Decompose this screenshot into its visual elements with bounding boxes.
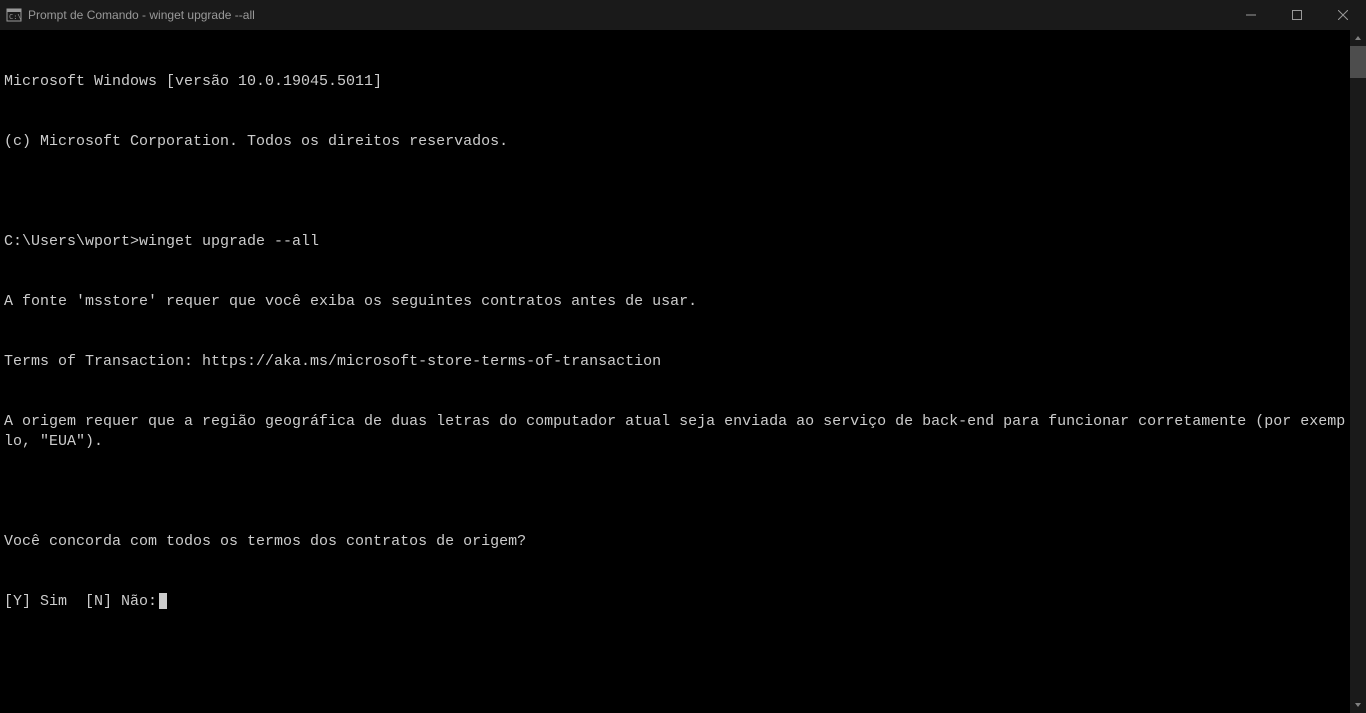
cmd-icon: C:\: [6, 7, 22, 23]
terminal-line: Você concorda com todos os termos dos co…: [4, 532, 1346, 552]
minimize-button[interactable]: [1228, 0, 1274, 30]
close-button[interactable]: [1320, 0, 1366, 30]
title-bar: C:\ Prompt de Comando - winget upgrade -…: [0, 0, 1366, 30]
terminal-line: Microsoft Windows [versão 10.0.19045.501…: [4, 72, 1346, 92]
scrollbar[interactable]: [1350, 30, 1366, 713]
terminal-line: (c) Microsoft Corporation. Todos os dire…: [4, 132, 1346, 152]
terminal-prompt-line: [Y] Sim [N] Não:: [4, 592, 1346, 612]
window-title: Prompt de Comando - winget upgrade --all: [28, 8, 1228, 22]
scrollbar-up-button[interactable]: [1350, 30, 1366, 46]
terminal-line: Terms of Transaction: https://aka.ms/mic…: [4, 352, 1346, 372]
svg-text:C:\: C:\: [9, 13, 22, 21]
scrollbar-thumb[interactable]: [1350, 46, 1366, 78]
maximize-button[interactable]: [1274, 0, 1320, 30]
terminal-line: A origem requer que a região geográfica …: [4, 412, 1346, 452]
scrollbar-down-button[interactable]: [1350, 697, 1366, 713]
cursor: [159, 593, 167, 609]
terminal-line: A fonte 'msstore' requer que você exiba …: [4, 292, 1346, 312]
window-controls: [1228, 0, 1366, 30]
terminal-output[interactable]: Microsoft Windows [versão 10.0.19045.501…: [0, 30, 1350, 713]
terminal-line: C:\Users\wport>winget upgrade --all: [4, 232, 1346, 252]
